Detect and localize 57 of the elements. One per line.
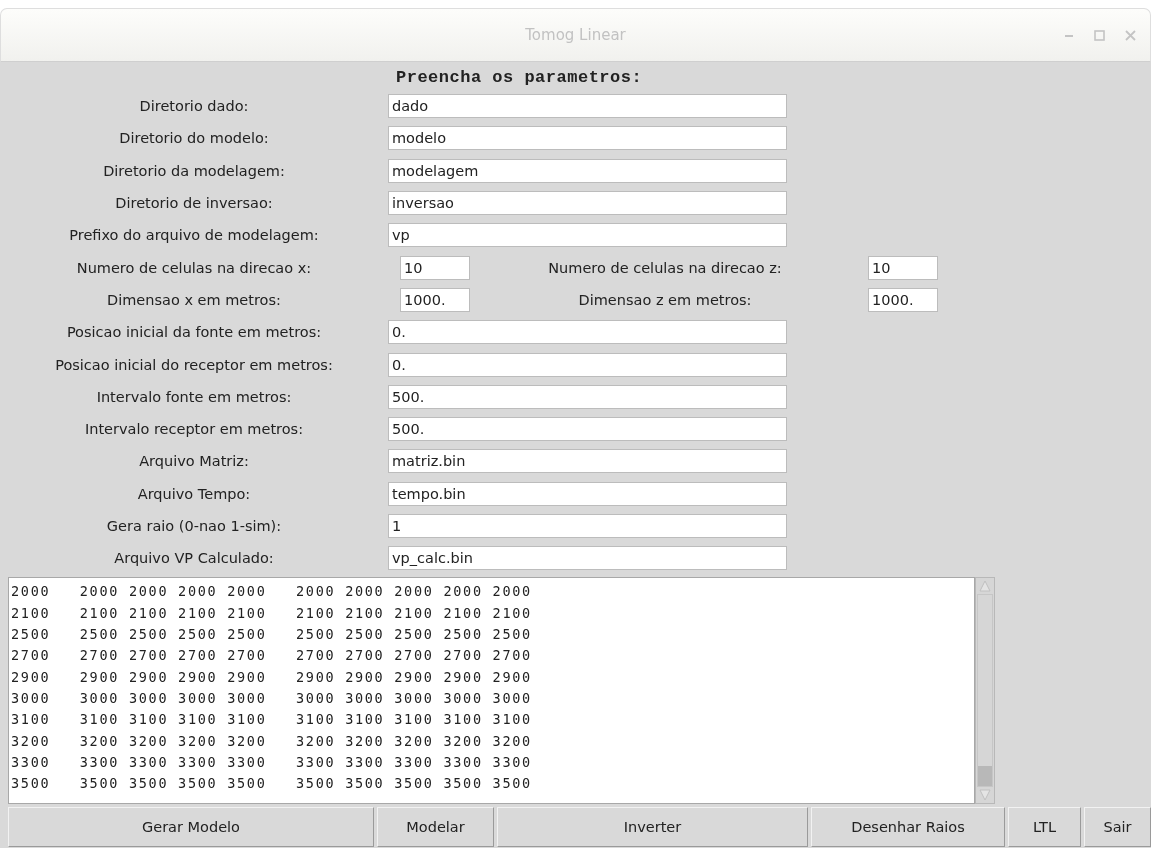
field-label: Numero de celulas na direcao x: (75, 259, 313, 276)
maximize-icon[interactable] (1094, 30, 1105, 41)
output-line: 3100 3100 3100 3100 3100 3100 3100 3100 3100 3100 (11, 710, 533, 730)
field-label: Diretorio de inversao: (114, 195, 274, 212)
field-label: Prefixo do arquivo de modelagem: (68, 227, 320, 244)
field-label: Arquivo Tempo: (136, 485, 252, 502)
field-label: Numero de celulas na direcao z: (547, 259, 783, 276)
input-field[interactable]: 0. (388, 352, 787, 377)
action-button[interactable]: Modelar (377, 807, 494, 848)
field-label: Diretorio da modelagem: (102, 162, 286, 179)
output-line: 3300 3300 3300 3300 3300 3300 3300 3300 3300 3300 (11, 752, 533, 772)
field-label: Posicao inicial da fonte em metros: (65, 324, 323, 341)
field-label: Gera raio (0-nao 1-sim): (105, 518, 283, 534)
input-field[interactable]: 500. (388, 417, 787, 442)
input-field[interactable]: 1000. (400, 287, 470, 312)
output-line: 2700 2700 2700 2700 2700 2700 2700 2700 2700 2700 (11, 646, 533, 666)
input-field[interactable]: vp_calc.bin (388, 546, 787, 571)
field-label: Diretorio dado: (138, 98, 250, 115)
output-line: 3200 3200 3200 3200 3200 3200 3200 3200 3200 3200 (11, 731, 533, 751)
action-button[interactable]: Gerar Modelo (8, 807, 374, 848)
input-field[interactable]: vp (388, 223, 787, 248)
field-label: Posicao inicial do receptor em metros: (54, 356, 334, 373)
field-label: Arquivo Matriz: (138, 453, 250, 470)
input-field[interactable]: modelagem (388, 158, 787, 183)
output-line: 3000 3000 3000 3000 3000 3000 3000 3000 3000 3000 (11, 688, 533, 708)
action-button[interactable]: Desenhar Raios (811, 807, 1005, 848)
input-field[interactable]: 500. (388, 384, 787, 409)
form-heading: Preencha os parametros: (396, 67, 644, 89)
input-field[interactable]: 10 (400, 255, 470, 280)
output-line: 2900 2900 2900 2900 2900 2900 2900 2900 2900 2900 (11, 667, 533, 687)
output-line: 2000 2000 2000 2000 2000 2000 2000 2000 2000 2000 (11, 582, 533, 602)
field-label: Dimensao x em metros: (106, 291, 282, 308)
scroll-up-icon[interactable] (977, 578, 993, 595)
input-field[interactable]: 1000. (868, 287, 938, 312)
output-line: 2100 2100 2100 2100 2100 2100 2100 2100 2100 2100 (11, 603, 533, 623)
field-label: Intervalo fonte em metros: (95, 388, 293, 405)
action-button[interactable]: LTL (1008, 807, 1081, 848)
input-field[interactable]: inversao (388, 191, 787, 216)
field-label: Arquivo VP Calculado: (113, 550, 275, 567)
output-text-area[interactable] (8, 577, 975, 805)
input-field[interactable]: modelo (388, 126, 787, 151)
input-field[interactable]: 10 (868, 255, 938, 280)
field-label: Diretorio do modelo: (118, 130, 270, 147)
scrollbar[interactable] (975, 577, 995, 805)
input-field[interactable]: dado (388, 94, 787, 119)
input-field[interactable]: matriz.bin (388, 449, 787, 474)
input-field[interactable]: 1 (388, 514, 787, 538)
action-button[interactable]: Inverter (497, 807, 808, 848)
input-field[interactable]: 0. (388, 320, 787, 345)
close-icon[interactable] (1125, 30, 1136, 41)
field-label: Intervalo receptor em metros: (83, 421, 305, 438)
output-line: 3500 3500 3500 3500 3500 3500 3500 3500 3500 3500 (11, 774, 533, 794)
input-field[interactable]: tempo.bin (388, 481, 787, 506)
field-label: Dimensao z em metros: (577, 291, 753, 308)
action-button[interactable]: Sair (1084, 807, 1151, 848)
output-line: 2500 2500 2500 2500 2500 2500 2500 2500 2500 2500 (11, 625, 533, 645)
scrollbar-thumb[interactable] (978, 766, 992, 787)
